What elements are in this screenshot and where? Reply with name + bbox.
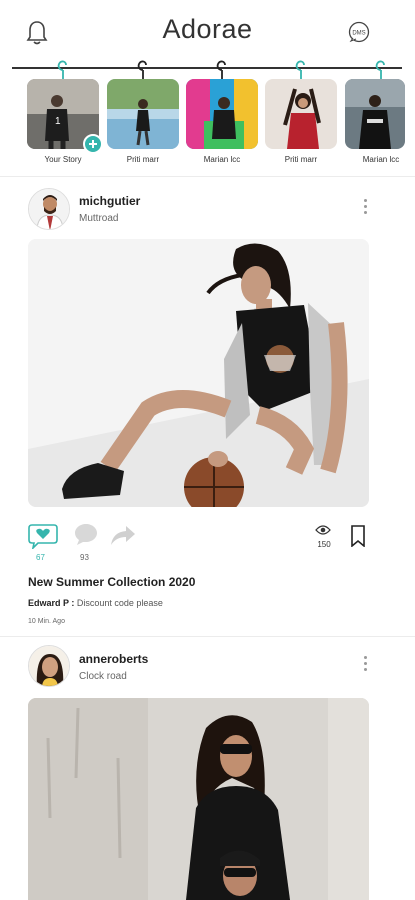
comment-icon[interactable]: [74, 522, 98, 546]
story-thumbnail[interactable]: [345, 79, 405, 149]
story-thumbnail[interactable]: [107, 79, 179, 149]
views-count: 150: [317, 540, 331, 549]
story-label: Your Story: [44, 155, 82, 164]
like-button[interactable]: [28, 523, 58, 549]
story-label: Priti marr: [126, 155, 160, 164]
post-timestamp: 10 Min. Ago: [28, 618, 65, 625]
avatar[interactable]: [28, 188, 70, 230]
post-username[interactable]: michgutier: [79, 194, 140, 208]
comment-author[interactable]: Edward P :: [28, 598, 74, 608]
post-location[interactable]: Clock road: [79, 671, 127, 682]
post-caption-title: New Summer Collection 2020: [28, 575, 196, 589]
avatar[interactable]: [28, 645, 70, 687]
post-location[interactable]: Muttroad: [79, 213, 118, 224]
divider: [0, 636, 415, 637]
hanger-icon: [57, 60, 67, 80]
messages-icon-label: DMS: [352, 31, 365, 37]
hanger-icon: [375, 60, 385, 80]
like-count: 67: [36, 553, 45, 562]
views-eye-icon: [315, 525, 331, 535]
hanger-icon: [216, 60, 226, 80]
svg-text:1: 1: [55, 116, 61, 127]
post-image[interactable]: [28, 698, 369, 900]
more-options-icon[interactable]: [362, 656, 368, 676]
messages-icon[interactable]: DMS: [348, 21, 370, 43]
add-story-button[interactable]: [83, 134, 103, 154]
story-label: Priti marr: [284, 155, 318, 164]
story-label: Marian lcc: [203, 155, 241, 164]
story-thumbnail[interactable]: [186, 79, 258, 149]
hanger-icon: [295, 60, 305, 80]
story-rope: [12, 67, 402, 69]
hanger-icon: [137, 60, 147, 80]
story-thumbnail[interactable]: [265, 79, 337, 149]
comment-preview[interactable]: Edward P : Discount code please: [28, 598, 163, 608]
more-options-icon[interactable]: [362, 199, 368, 219]
comment-count: 93: [80, 553, 89, 562]
post-image[interactable]: [28, 239, 369, 507]
story-label: Marian lcc: [362, 155, 400, 164]
share-icon[interactable]: [110, 524, 136, 546]
comment-text: Discount code please: [76, 598, 163, 608]
app-header: Adorae DMS: [0, 0, 415, 60]
bookmark-icon[interactable]: [350, 525, 366, 547]
divider: [0, 176, 415, 177]
post-username[interactable]: anneroberts: [79, 652, 148, 666]
